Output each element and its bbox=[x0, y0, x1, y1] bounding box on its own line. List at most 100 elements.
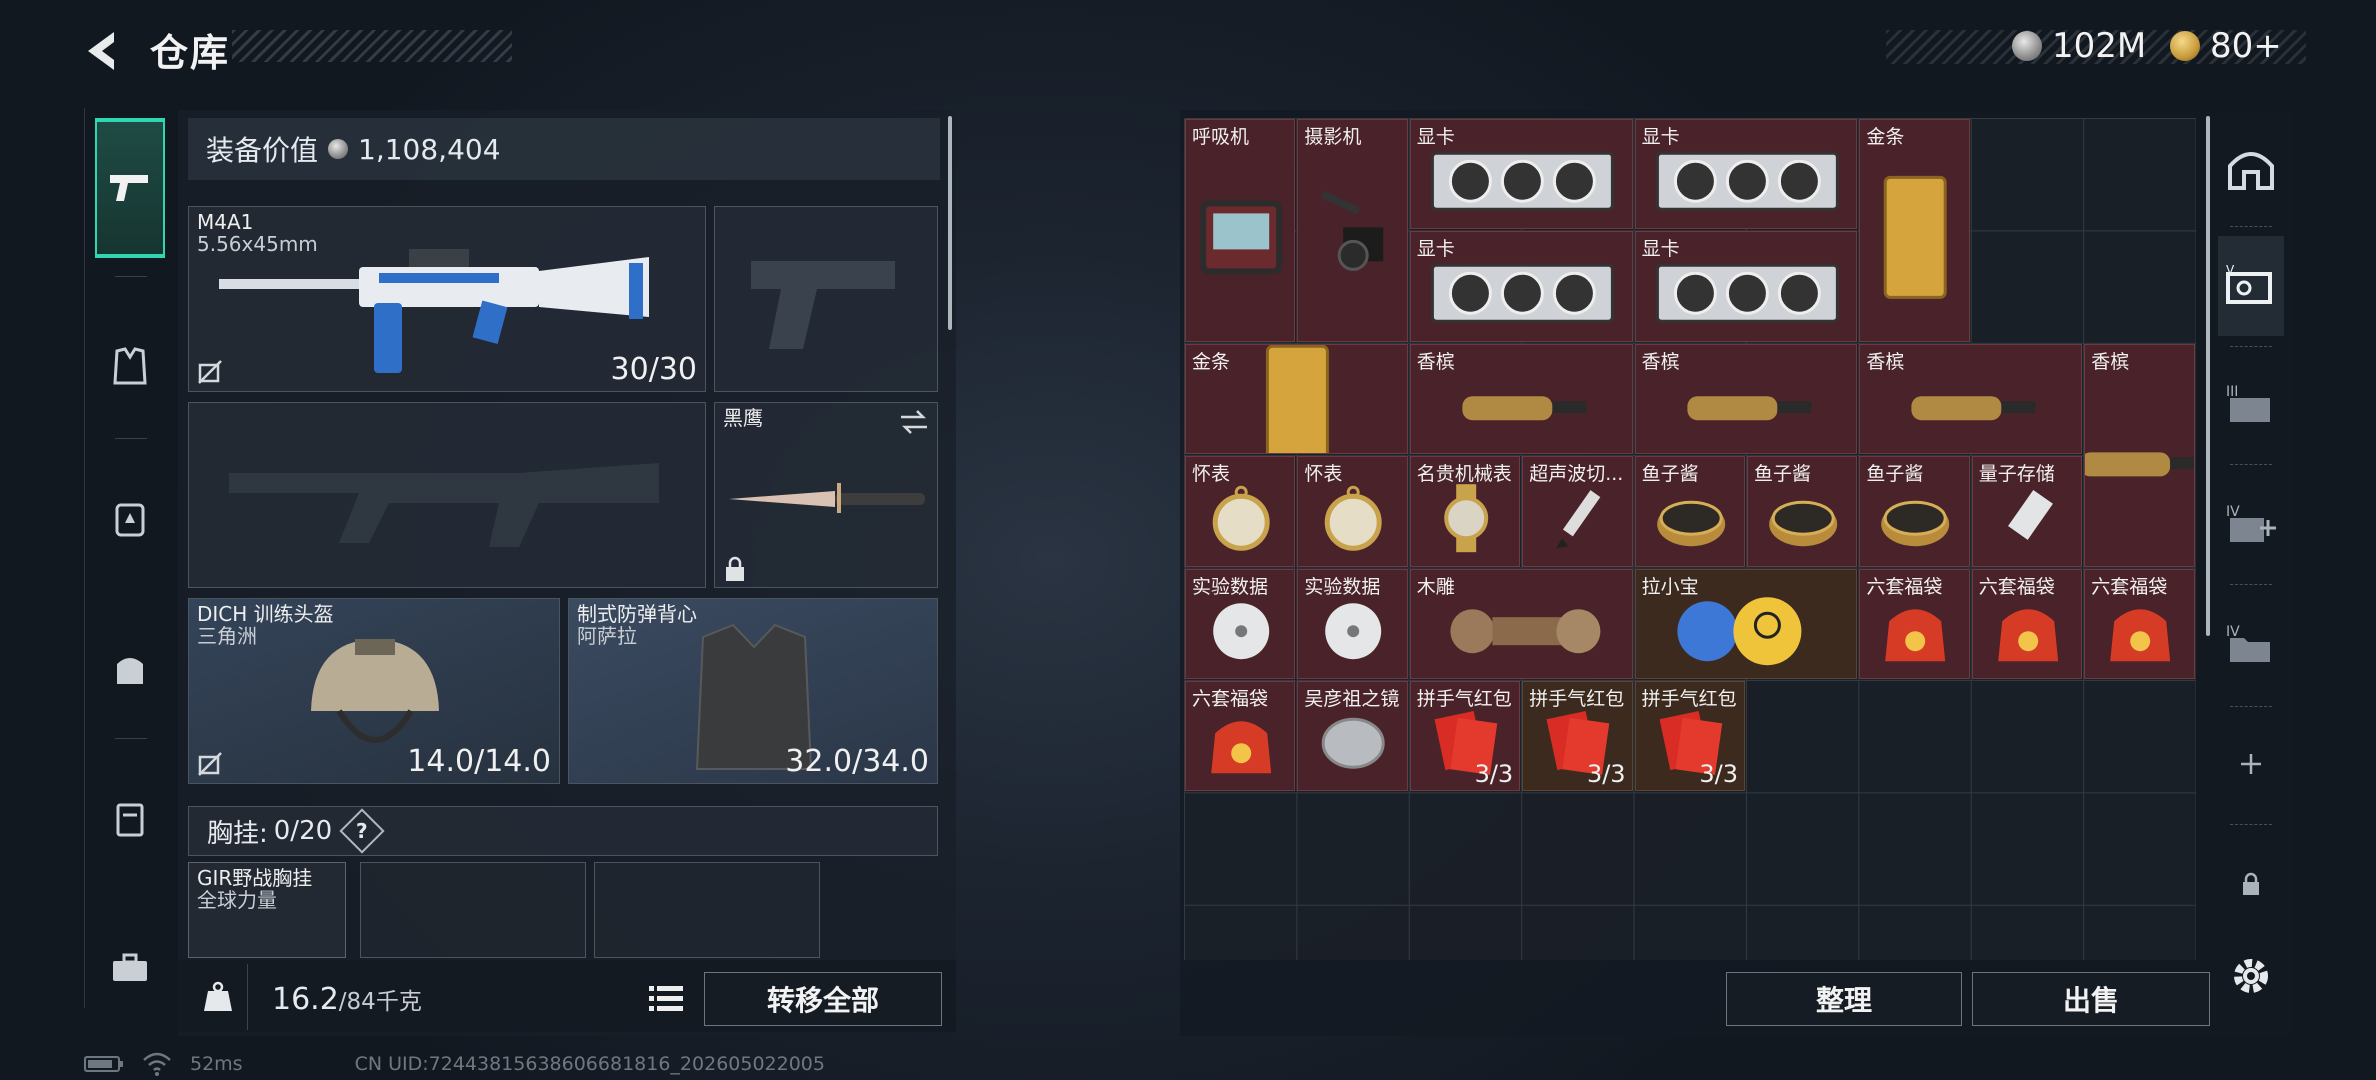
storage-item[interactable]: 超声波切... bbox=[1522, 456, 1633, 567]
rig-pocket-slot[interactable] bbox=[594, 862, 820, 958]
storage-item[interactable]: 呼吸机 bbox=[1185, 119, 1296, 342]
battery-icon bbox=[84, 1056, 123, 1072]
pistol-slot[interactable] bbox=[714, 206, 938, 392]
storage-item[interactable]: 显卡 bbox=[1634, 119, 1858, 230]
storage-box-icon[interactable]: V bbox=[2218, 236, 2284, 336]
briefcase-icon bbox=[113, 953, 147, 981]
transfer-all-button[interactable]: 转移全部 bbox=[704, 972, 942, 1026]
storage-item[interactable]: 吴彦祖之镜 bbox=[1297, 681, 1408, 792]
melee-slot[interactable]: 黑鹰 bbox=[714, 402, 938, 588]
storage-item[interactable]: 金条 bbox=[1859, 119, 1970, 342]
tab-rig[interactable] bbox=[95, 748, 165, 888]
storage-item[interactable]: 显卡 bbox=[1409, 231, 1633, 342]
rifle-icon bbox=[219, 249, 649, 373]
sort-button[interactable]: 整理 bbox=[1726, 972, 1962, 1026]
wristwatch-icon bbox=[1443, 484, 1488, 553]
storage-item[interactable]: 摄影机 bbox=[1297, 119, 1408, 342]
tab-weapons[interactable] bbox=[95, 118, 165, 258]
tab-briefcase[interactable] bbox=[95, 898, 165, 1038]
status-bar: 52ms CN UID:72443815638606681816_2026050… bbox=[84, 1052, 825, 1076]
storage-item[interactable]: 金条 bbox=[1185, 343, 1408, 455]
data-disc-icon bbox=[1325, 602, 1382, 659]
secondary-weapon-slot[interactable] bbox=[188, 402, 706, 588]
rifle-placeholder-icon bbox=[229, 463, 659, 547]
lucky-bag-icon bbox=[1211, 721, 1272, 774]
storage-item[interactable]: 香槟 bbox=[1634, 343, 1858, 455]
storage-tab-column: V III IV IV bbox=[2218, 118, 2284, 998]
pocket-watch-icon bbox=[1325, 485, 1383, 551]
silver-coin-icon bbox=[2012, 31, 2042, 61]
gold-currency[interactable]: 80+ bbox=[2170, 26, 2282, 66]
storage-item[interactable]: 香槟 bbox=[1409, 343, 1633, 455]
equipment-value: 1,108,404 bbox=[358, 132, 501, 166]
armor-slot[interactable]: 制式防弹背心 阿萨拉 32.0/34.0 bbox=[568, 598, 938, 784]
storage-item[interactable]: 拉小宝 bbox=[1634, 568, 1858, 679]
storage-item[interactable]: 鱼子酱 bbox=[1747, 456, 1858, 567]
storage-item[interactable]: 实验数据 bbox=[1185, 568, 1296, 679]
storage-item[interactable]: 实验数据 bbox=[1297, 568, 1408, 679]
settings-gear-icon[interactable] bbox=[2218, 926, 2284, 1026]
weight-capacity: /84千克 bbox=[338, 989, 422, 1015]
storage-item[interactable]: 六套福袋 bbox=[1185, 681, 1296, 792]
storage-item[interactable]: 显卡 bbox=[1409, 119, 1633, 230]
storage-item[interactable]: 鱼子酱 bbox=[1859, 456, 1970, 567]
ultrasonic-cutter-icon bbox=[1556, 490, 1601, 549]
vest-icon bbox=[113, 347, 147, 385]
storage-item[interactable]: 六套福袋 bbox=[1971, 568, 2083, 679]
storage-item[interactable]: 拼手气红包 3/3 bbox=[1409, 681, 1521, 792]
lock-icon[interactable] bbox=[2218, 834, 2284, 934]
tier-4-folder-icon[interactable]: IV bbox=[2218, 594, 2284, 694]
pistol-icon bbox=[110, 175, 148, 201]
chest-rig-bar: 胸挂: 0/20 ? bbox=[188, 806, 938, 856]
primary-weapon-slot[interactable]: M4A1 5.56x45mm 30/30 bbox=[188, 206, 706, 392]
storage-item[interactable]: 六套福袋 bbox=[2084, 568, 2195, 679]
storage-item[interactable]: 鱼子酱 bbox=[1634, 456, 1745, 567]
storage-item[interactable]: 香槟 bbox=[1859, 343, 2083, 455]
tab-bag[interactable] bbox=[95, 598, 165, 738]
storage-item[interactable]: 拼手气红包 3/3 bbox=[1634, 681, 1745, 792]
shelter-icon[interactable] bbox=[2218, 118, 2284, 218]
quantum-storage-icon bbox=[2007, 490, 2053, 541]
storage-item[interactable]: 拼手气红包 3/3 bbox=[1522, 681, 1633, 792]
divider bbox=[2230, 346, 2272, 347]
divider bbox=[2230, 226, 2272, 227]
add-icon[interactable] bbox=[2218, 714, 2284, 814]
champagne-icon bbox=[1462, 395, 1587, 420]
caviar-icon bbox=[1769, 500, 1838, 547]
help-icon[interactable]: ? bbox=[339, 808, 385, 854]
storage-item[interactable]: 显卡 bbox=[1634, 231, 1858, 342]
storage-item[interactable]: 怀表 bbox=[1185, 456, 1296, 567]
data-disc-icon bbox=[1213, 602, 1270, 659]
tab-armor[interactable] bbox=[95, 296, 165, 436]
storage-item[interactable]: 香槟 bbox=[2084, 343, 2195, 567]
rig-faction: 全球力量 bbox=[197, 888, 277, 912]
ping: 52ms bbox=[190, 1053, 243, 1075]
chest-rig-label: 胸挂: bbox=[207, 818, 268, 849]
pistol-placeholder-icon bbox=[751, 261, 895, 349]
rig-pocket-slot[interactable] bbox=[360, 862, 586, 958]
tab-backpack-slot[interactable] bbox=[95, 448, 165, 588]
back-arrow-icon[interactable] bbox=[80, 28, 126, 74]
helmet-slot[interactable]: DICH 训练头盔 三角洲 14.0/14.0 bbox=[188, 598, 560, 784]
caviar-icon bbox=[1656, 500, 1725, 547]
item-count: 3/3 bbox=[1586, 760, 1626, 789]
storage-item[interactable]: 六套福袋 bbox=[1859, 568, 1970, 679]
tier-4-add-icon[interactable]: IV bbox=[2218, 474, 2284, 574]
storage-item[interactable]: 怀表 bbox=[1297, 456, 1408, 567]
equipment-scrollbar[interactable] bbox=[948, 116, 952, 330]
storage-item[interactable]: 量子存储 bbox=[1971, 456, 2083, 567]
tier-3-icon[interactable]: III bbox=[2218, 354, 2284, 454]
ventilator-icon bbox=[1200, 200, 1283, 275]
storage-item[interactable]: 名贵机械表 bbox=[1409, 456, 1521, 567]
rig-slot[interactable]: GIR野战胸挂 全球力量 bbox=[188, 862, 346, 958]
wood-carving-icon bbox=[1450, 608, 1601, 653]
gpu-icon bbox=[1655, 151, 1839, 211]
storage-scrollbar[interactable] bbox=[2206, 116, 2210, 636]
list-icon[interactable] bbox=[644, 978, 688, 1018]
weapon-ammo: 30/30 bbox=[610, 352, 697, 387]
swap-icon[interactable] bbox=[899, 409, 929, 435]
sell-button[interactable]: 出售 bbox=[1972, 972, 2210, 1026]
knife-icon bbox=[729, 483, 925, 513]
page-title: 仓库 bbox=[150, 31, 231, 75]
storage-item[interactable]: 木雕 bbox=[1409, 568, 1633, 679]
